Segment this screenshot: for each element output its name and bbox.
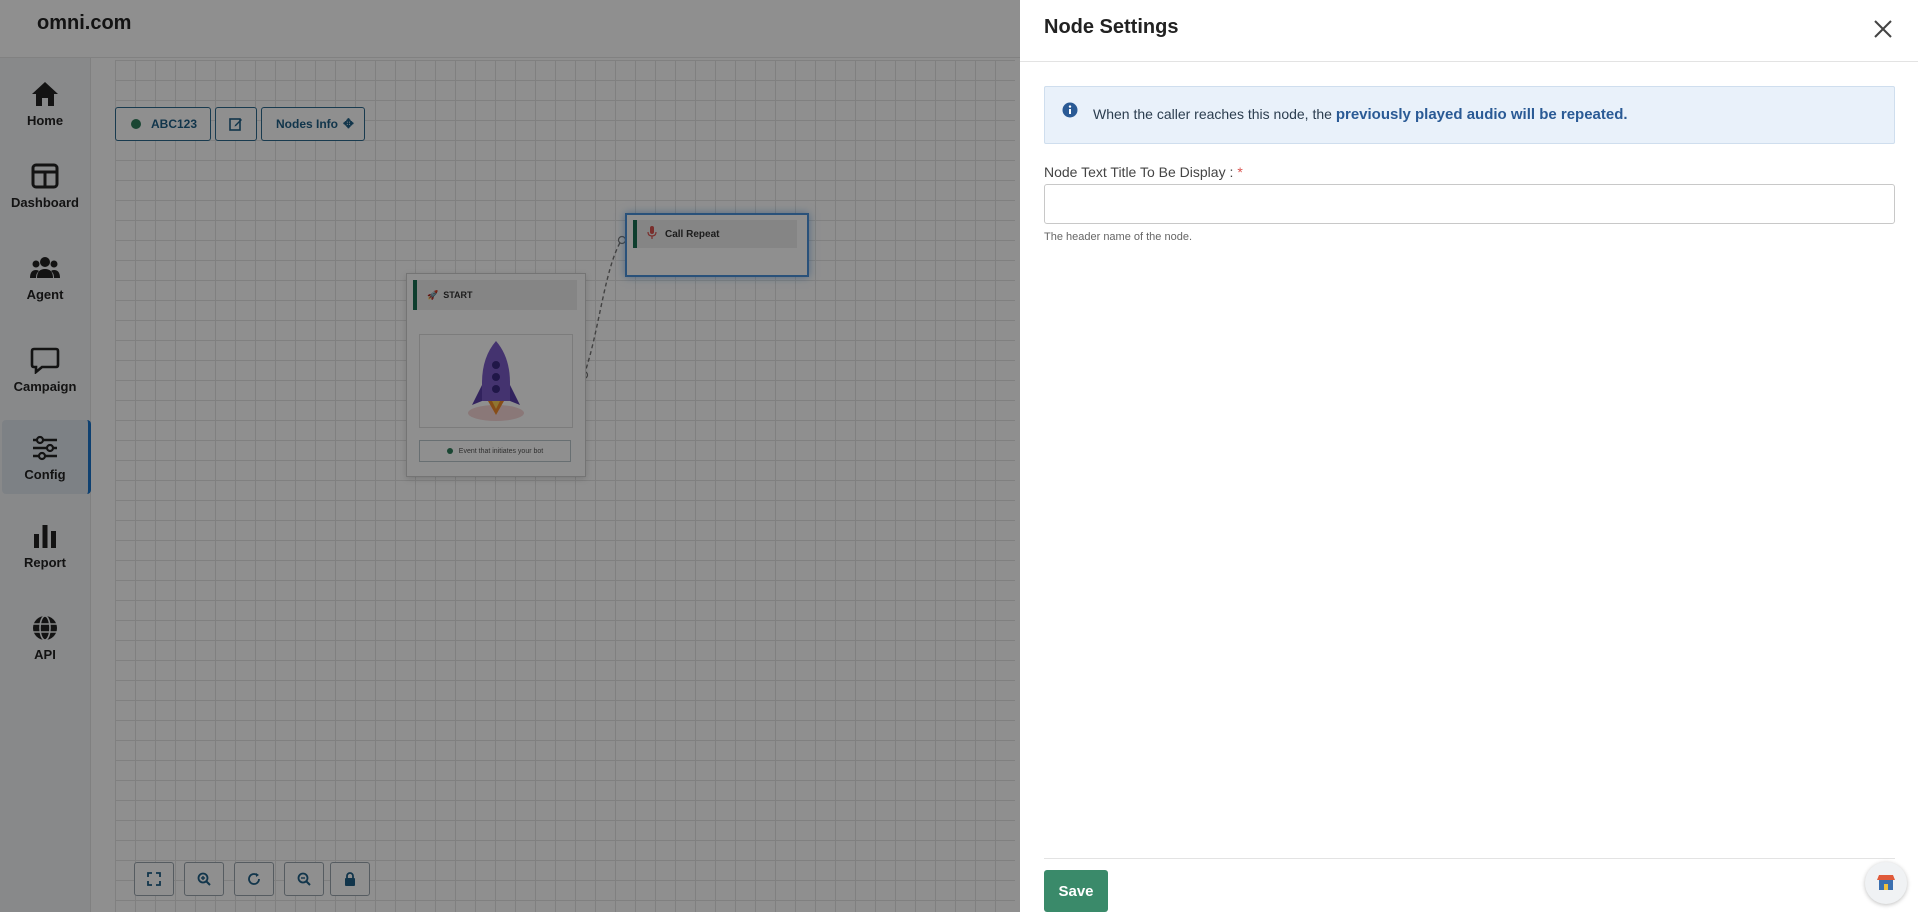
- node-settings-drawer: Node Settings When the caller reaches th…: [1020, 0, 1918, 912]
- close-icon: [1874, 20, 1892, 38]
- info-icon: [1062, 102, 1078, 118]
- save-button[interactable]: Save: [1044, 870, 1108, 912]
- node-title-input[interactable]: [1044, 184, 1895, 224]
- chat-widget-button[interactable]: [1865, 862, 1907, 904]
- close-button[interactable]: [1868, 14, 1898, 44]
- info-prefix: When the caller reaches this node, the: [1093, 106, 1336, 122]
- modal-backdrop[interactable]: [0, 0, 1020, 912]
- drawer-footer-divider: [1044, 858, 1895, 859]
- info-message: When the caller reaches this node, the p…: [1093, 106, 1628, 123]
- drawer-title: Node Settings: [1044, 16, 1179, 38]
- required-marker: *: [1237, 164, 1243, 180]
- node-title-help: The header name of the node.: [1044, 231, 1192, 243]
- node-title-label: Node Text Title To Be Display : *: [1044, 164, 1243, 180]
- node-title-label-text: Node Text Title To Be Display :: [1044, 164, 1234, 180]
- store-icon: [1877, 875, 1895, 890]
- drawer-header: Node Settings: [1020, 0, 1918, 62]
- info-emphasis: previously played audio will be repeated…: [1335, 106, 1628, 123]
- info-alert: When the caller reaches this node, the p…: [1044, 86, 1895, 144]
